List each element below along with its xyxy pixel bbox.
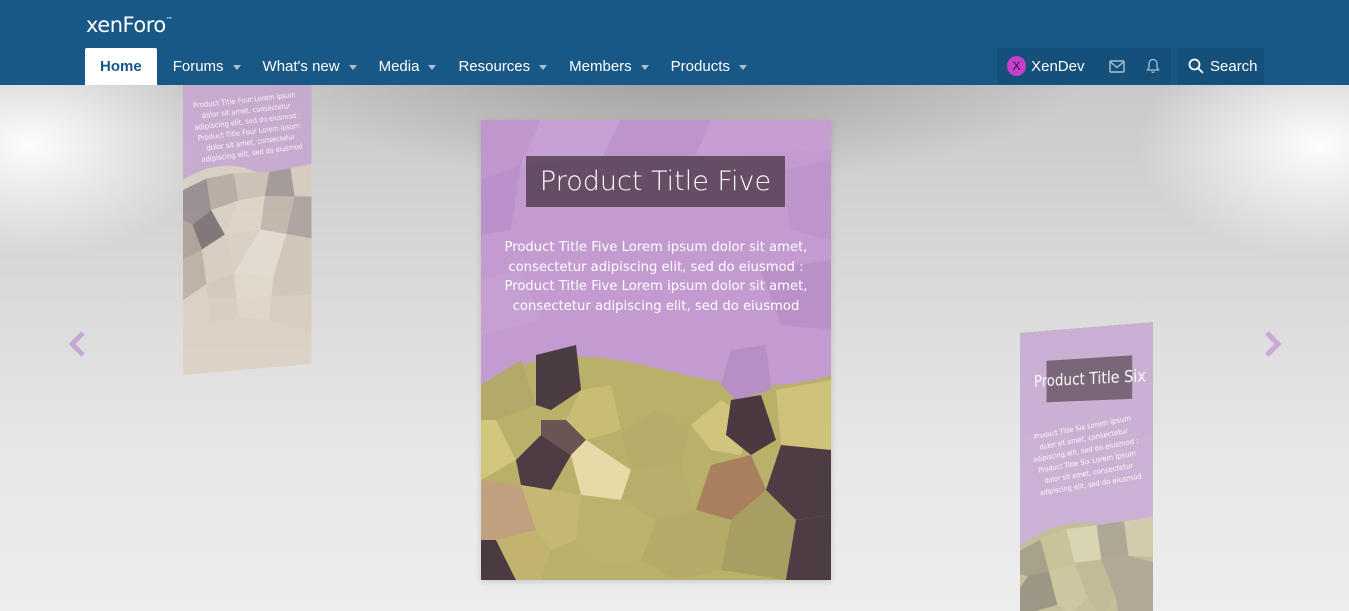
user-bar: X XenDev — [997, 48, 1171, 84]
nav-tab-label: Resources — [458, 58, 531, 75]
alerts-button[interactable] — [1135, 48, 1171, 84]
product-card-next[interactable]: Product Title Six Product Title Six Lore… — [1019, 322, 1153, 611]
nav-tab-whats-new[interactable]: What's new — [253, 48, 367, 85]
envelope-icon — [1108, 59, 1125, 73]
site-header: xenForo™ Home Forums What's new Media Re… — [0, 0, 1349, 85]
nav-tab-label: Home — [100, 58, 142, 75]
search-icon — [1188, 58, 1204, 74]
caret-down-icon[interactable] — [232, 64, 241, 70]
nav-tab-members[interactable]: Members — [559, 48, 659, 85]
search-button[interactable]: Search — [1177, 48, 1264, 84]
caret-down-icon[interactable] — [348, 64, 357, 70]
card-description: Product Title Five Lorem ipsum dolor sit… — [504, 240, 808, 314]
nav-tab-label: Forums — [172, 58, 224, 75]
caret-down-icon[interactable] — [428, 64, 437, 70]
product-card-prev[interactable]: Product Title Four Lorem ipsum dolor sit… — [183, 85, 312, 375]
card-title: Product Title Five — [526, 156, 785, 207]
caret-down-icon[interactable] — [640, 64, 649, 70]
caret-down-icon[interactable] — [738, 64, 747, 70]
card-title: Product Title Six — [1034, 355, 1146, 403]
nav-tab-home[interactable]: Home — [85, 48, 157, 85]
search-label: Search — [1210, 57, 1258, 75]
nav-tab-media[interactable]: Media — [369, 48, 447, 85]
product-card-active[interactable]: Product Title Five Product Title Five Lo… — [481, 120, 831, 580]
main-nav: Home Forums What's new Media Resources M… — [85, 48, 759, 85]
nav-tab-label: Products — [670, 58, 730, 75]
caret-down-icon[interactable] — [539, 64, 548, 70]
product-carousel: Product Title Four Lorem ipsum dolor sit… — [0, 85, 1349, 611]
avatar[interactable]: X — [1007, 56, 1027, 76]
bell-icon — [1146, 58, 1160, 73]
nav-tab-resources[interactable]: Resources — [448, 48, 557, 85]
nav-tab-label: Members — [569, 58, 632, 75]
inbox-button[interactable] — [1098, 48, 1134, 84]
nav-tab-products[interactable]: Products — [661, 48, 757, 85]
chevron-left-icon[interactable] — [66, 330, 88, 358]
nav-tab-label: What's new — [262, 58, 340, 75]
username-link[interactable]: XenDev — [1031, 58, 1084, 75]
nav-tab-label: Media — [378, 58, 420, 75]
chevron-right-icon[interactable] — [1262, 330, 1284, 358]
site-logo[interactable]: xenForo™ — [86, 13, 173, 37]
nav-tab-forums[interactable]: Forums — [163, 48, 251, 85]
